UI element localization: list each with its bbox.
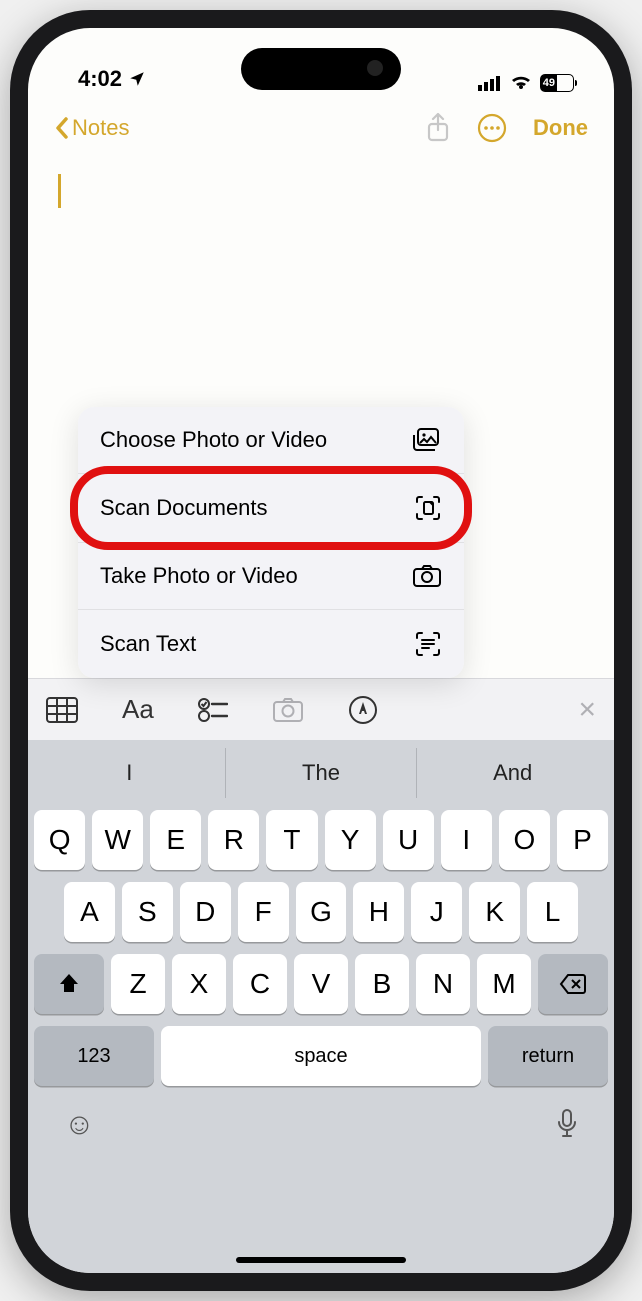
camera-toolbar-icon[interactable] [272,697,304,723]
doc-scan-icon [414,494,442,522]
key-o[interactable]: O [499,810,550,870]
key-i[interactable]: I [441,810,492,870]
key-c[interactable]: C [233,954,287,1014]
key-row-2: A S D F G H J K L [34,882,608,942]
key-j[interactable]: J [411,882,462,942]
space-key[interactable]: space [161,1026,481,1086]
back-label: Notes [72,115,129,141]
key-u[interactable]: U [383,810,434,870]
text-style-button[interactable]: Aa [122,694,154,725]
suggestion-row: I The And [34,748,608,798]
nav-bar: Notes Done [28,98,614,158]
dynamic-island [241,48,401,90]
text-scan-icon [414,630,442,658]
key-f[interactable]: F [238,882,289,942]
menu-item-label: Scan Text [100,631,196,657]
chevron-left-icon [54,116,70,140]
back-button[interactable]: Notes [54,115,129,141]
key-row-1: Q W E R T Y U I O P [34,810,608,870]
menu-item-label: Choose Photo or Video [100,427,327,453]
backspace-icon [559,973,587,995]
note-body[interactable]: Choose Photo or Video Scan Documents Tak… [28,158,614,678]
close-toolbar-icon[interactable]: × [578,693,596,727]
key-t[interactable]: T [266,810,317,870]
share-icon[interactable] [425,112,451,144]
key-v[interactable]: V [294,954,348,1014]
menu-item-take-photo[interactable]: Take Photo or Video [78,543,464,610]
menu-item-scan-text[interactable]: Scan Text [78,610,464,678]
photo-stack-icon [412,427,442,453]
phone-screen: 4:02 49 Notes Done [28,28,614,1273]
wifi-icon [510,75,532,91]
return-key[interactable]: return [488,1026,608,1086]
location-icon [128,70,146,88]
key-q[interactable]: Q [34,810,85,870]
key-p[interactable]: P [557,810,608,870]
key-row-4: 123 space return [34,1026,608,1086]
keyboard: I The And Q W E R T Y U I O P A S D F [28,740,614,1273]
key-z[interactable]: Z [111,954,165,1014]
key-k[interactable]: K [469,882,520,942]
shift-icon [57,972,81,996]
key-d[interactable]: D [180,882,231,942]
key-w[interactable]: W [92,810,143,870]
key-b[interactable]: B [355,954,409,1014]
key-s[interactable]: S [122,882,173,942]
status-left: 4:02 [78,66,146,92]
markup-icon[interactable] [348,695,378,725]
keyboard-bottom-row: ☺ [34,1098,608,1142]
key-l[interactable]: L [527,882,578,942]
emoji-key[interactable]: ☺ [64,1108,95,1142]
key-g[interactable]: G [296,882,347,942]
numbers-key[interactable]: 123 [34,1026,154,1086]
home-indicator[interactable] [236,1257,406,1263]
key-y[interactable]: Y [325,810,376,870]
status-right: 49 [478,74,574,92]
suggestion[interactable]: The [225,748,417,798]
formatting-toolbar: Aa × [28,678,614,740]
status-time: 4:02 [78,66,122,92]
more-icon[interactable] [477,113,507,143]
key-r[interactable]: R [208,810,259,870]
suggestion[interactable]: I [34,748,225,798]
cellular-icon [478,75,502,91]
dictation-key[interactable] [556,1108,578,1138]
battery-indicator: 49 [540,74,574,92]
key-e[interactable]: E [150,810,201,870]
key-x[interactable]: X [172,954,226,1014]
table-icon[interactable] [46,697,78,723]
menu-item-choose-photo[interactable]: Choose Photo or Video [78,407,464,474]
key-n[interactable]: N [416,954,470,1014]
text-cursor [58,174,61,208]
phone-frame: 4:02 49 Notes Done [10,10,632,1291]
shift-key[interactable] [34,954,104,1014]
camera-menu-popover: Choose Photo or Video Scan Documents Tak… [78,407,464,678]
backspace-key[interactable] [538,954,608,1014]
key-h[interactable]: H [353,882,404,942]
menu-item-scan-documents[interactable]: Scan Documents [78,474,464,543]
battery-pct: 49 [541,75,557,91]
done-button[interactable]: Done [533,115,588,141]
checklist-icon[interactable] [198,697,228,723]
menu-item-label: Scan Documents [100,495,268,521]
key-row-3: Z X C V B N M [34,954,608,1014]
menu-item-label: Take Photo or Video [100,563,298,589]
key-a[interactable]: A [64,882,115,942]
suggestion[interactable]: And [416,748,608,798]
camera-icon [412,564,442,588]
key-m[interactable]: M [477,954,531,1014]
